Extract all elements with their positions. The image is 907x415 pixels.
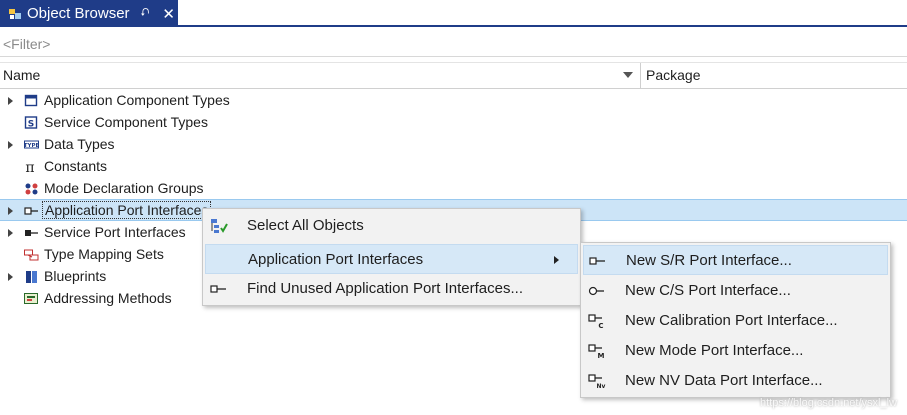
svg-text:M: M [598,352,605,359]
menu-item-label: New Mode Port Interface... [625,342,804,359]
expand-arrow-icon[interactable] [8,141,13,149]
column-header: Name Package [0,62,907,89]
service-port-icon [24,226,39,240]
menu-item-label: New S/R Port Interface... [626,252,792,269]
tree-item-label: Data Types [44,136,115,152]
menu-item-label: New Calibration Port Interface... [625,312,838,329]
tree-item-label: Mode Declaration Groups [44,180,204,196]
tree-item-application-component-types[interactable]: Application Component Types [0,90,907,112]
calibration-port-icon: C [588,313,606,330]
svg-text:Nv: Nv [597,383,606,389]
expand-arrow-icon[interactable] [8,229,13,237]
watermark-text: https://blog.csdn.net/ysxl_lw [760,397,897,409]
window-icon [24,94,39,108]
type-icon: TYPE [24,138,39,152]
tree-item-service-component-types[interactable]: S Service Component Types [0,112,907,134]
port-interface-icon [210,281,228,297]
column-name[interactable]: Name [3,67,40,83]
sr-port-icon [589,253,607,269]
context-menu: Select All Objects Application Port Inte… [202,208,581,306]
object-browser-icon [8,7,22,21]
pin-icon[interactable]: ⮏ [141,4,150,23]
tree-item-label: Blueprints [44,268,107,284]
tree-item-mode-declaration-groups[interactable]: Mode Declaration Groups [0,178,907,200]
menu-item-label: Find Unused Application Port Interfaces.… [247,280,523,297]
menu-item-application-port-interfaces[interactable]: Application Port Interfaces [205,244,578,274]
port-interface-icon [24,204,39,218]
menu-item-new-mode-port-interface[interactable]: M New Mode Port Interface... [583,336,888,366]
tab-strip: Object Browser ⮏ ✕ [0,0,907,27]
expand-arrow-icon[interactable] [8,207,13,215]
menu-item-new-sr-port-interface[interactable]: New S/R Port Interface... [583,245,888,275]
tree-item-label: Constants [44,158,108,174]
submenu-arrow-icon [554,256,559,264]
tree-item-constants[interactable]: π Constants [0,156,907,178]
pi-icon: π [24,160,39,176]
tree-item-data-types[interactable]: TYPE Data Types [0,134,907,156]
tab-title: Object Browser [27,5,130,22]
service-component-icon: S [24,116,39,130]
object-browser-window: Object Browser ⮏ ✕ Name Package Applicat… [0,0,907,415]
nv-port-icon: Nv [588,373,606,390]
close-icon[interactable]: ✕ [162,5,175,23]
svg-text:C: C [598,322,603,329]
sort-dropdown-icon[interactable] [623,72,633,78]
menu-item-label: New C/S Port Interface... [625,282,791,299]
addressing-icon [24,292,39,306]
svg-text:TYPE: TYPE [24,143,39,149]
column-package[interactable]: Package [646,67,700,83]
mode-port-icon: M [588,343,606,360]
type-mapping-icon [24,248,39,262]
submenu-port-interfaces: New S/R Port Interface... New C/S Port I… [580,242,891,398]
menu-item-label: Select All Objects [247,217,364,234]
tree-item-label: Application Component Types [44,92,230,108]
tree-item-label: Addressing Methods [44,290,172,306]
cs-port-icon [588,283,606,299]
svg-text:π: π [25,160,34,174]
tree-item-label: Type Mapping Sets [44,246,164,262]
menu-item-select-all-objects[interactable]: Select All Objects [205,211,578,241]
menu-item-label: New NV Data Port Interface... [625,372,823,389]
mode-groups-icon [24,182,39,196]
tree-item-label: Application Port Interfaces [42,201,212,219]
blueprint-icon [24,270,39,284]
menu-item-find-unused-application-port-interfaces[interactable]: Find Unused Application Port Interfaces.… [205,274,578,304]
column-divider[interactable] [640,63,641,89]
menu-item-new-nv-data-port-interface[interactable]: Nv New NV Data Port Interface... [583,366,888,396]
tab-object-browser[interactable]: Object Browser ⮏ ✕ [0,0,178,27]
menu-item-new-cs-port-interface[interactable]: New C/S Port Interface... [583,276,888,306]
tree-item-label: Service Port Interfaces [44,224,186,240]
expand-arrow-icon[interactable] [8,97,13,105]
filter-input[interactable] [0,33,900,55]
select-all-icon [210,218,228,234]
filter-bar [0,33,907,57]
expand-arrow-icon[interactable] [8,273,13,281]
tree-item-label: Service Component Types [44,114,208,130]
menu-item-new-calibration-port-interface[interactable]: C New Calibration Port Interface... [583,306,888,336]
menu-item-label: Application Port Interfaces [248,251,424,268]
svg-text:S: S [28,120,34,130]
